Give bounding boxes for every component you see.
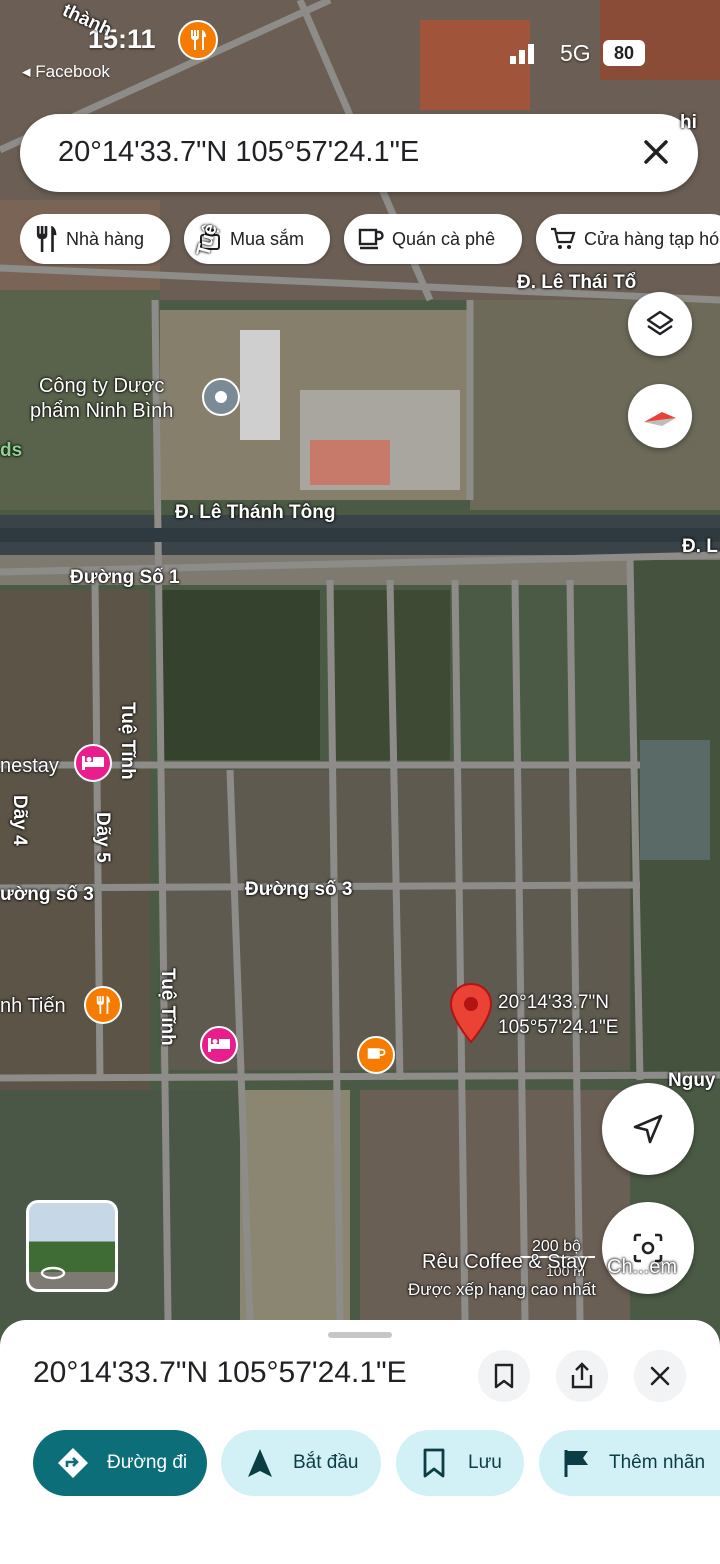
share-button[interactable] xyxy=(556,1350,608,1402)
chip-label: Quán cà phê xyxy=(392,228,496,249)
poi-company-label[interactable]: Công ty Dược phẩm Ninh Bình xyxy=(30,374,173,424)
compass-button[interactable] xyxy=(628,384,692,448)
street-label: Đ. L xyxy=(682,536,718,557)
street-view-thumbnail[interactable] xyxy=(26,1200,118,1292)
status-bar: 15:11 ◂ Facebook 5G 80 xyxy=(0,0,720,90)
save-icon-button[interactable] xyxy=(478,1350,530,1402)
lens-button-label: Ch...em xyxy=(607,1256,678,1278)
directions-icon xyxy=(58,1448,88,1478)
street-label: Dãy 5 xyxy=(92,812,113,863)
close-icon xyxy=(650,1366,670,1386)
layers-icon xyxy=(646,310,674,336)
start-button[interactable]: Bắt đầu xyxy=(221,1430,381,1496)
search-query[interactable]: 20°14'33.7"N 105°57'24.1"E xyxy=(58,136,419,169)
network-type: 5G xyxy=(560,40,591,66)
action-label: Bắt đầu xyxy=(293,1452,359,1473)
chip-cafe[interactable]: Quán cà phê xyxy=(344,214,522,264)
chip-label: Mua sắm xyxy=(230,228,305,249)
restaurant-pin-icon[interactable] xyxy=(84,986,122,1024)
navigation-icon xyxy=(633,1114,663,1144)
poi-cafe-sublabel: Được xếp hạng cao nhất xyxy=(408,1280,596,1299)
battery-level: 80 xyxy=(603,40,645,66)
chip-label: Cửa hàng tạp hóa xyxy=(584,228,720,249)
chip-restaurants[interactable]: Nhà hàng xyxy=(20,214,170,264)
bookmark-icon xyxy=(494,1363,514,1389)
layers-button[interactable] xyxy=(628,292,692,356)
signal-icon xyxy=(510,44,534,64)
coffee-icon xyxy=(358,228,384,250)
close-sheet-button[interactable] xyxy=(634,1350,686,1402)
action-label: Thêm nhãn xyxy=(609,1452,706,1473)
action-label: Đường đi xyxy=(107,1452,188,1473)
lens-button[interactable] xyxy=(602,1202,694,1294)
chip-grocery[interactable]: Cửa hàng tạp hóa xyxy=(536,214,720,264)
poi-homestay-label[interactable]: nestay xyxy=(0,754,59,779)
cart-icon xyxy=(551,227,576,249)
street-label: Nguy xyxy=(668,1070,716,1091)
restaurant-icon xyxy=(36,226,57,252)
status-restaurant-icon xyxy=(178,20,218,60)
dropped-pin-icon[interactable] xyxy=(448,982,494,1044)
my-location-button[interactable] xyxy=(602,1083,694,1175)
poi-cafe-label[interactable]: Rêu Coffee & Stay xyxy=(422,1250,587,1275)
street-label: hi xyxy=(680,112,697,133)
place-pin-icon[interactable] xyxy=(202,378,240,416)
lodging-icon[interactable] xyxy=(200,1026,238,1064)
navigation-arrow-icon xyxy=(248,1449,272,1477)
street-label: Đường Số 1 xyxy=(70,567,180,588)
street-label: Tuệ Tĩnh xyxy=(157,968,178,1046)
directions-button[interactable]: Đường đi xyxy=(33,1430,207,1496)
lodging-icon[interactable] xyxy=(74,744,112,782)
bookmark-icon xyxy=(423,1448,445,1478)
compass-icon xyxy=(644,412,676,426)
category-chips: Nhà hàng Mua sắm Quán cà phê Cửa hàng tạ… xyxy=(20,214,720,266)
street-label: Dãy 4 xyxy=(9,795,30,846)
pin-coordinates-label: 20°14'33.7"N 105°57'24.1"E xyxy=(498,992,619,1038)
clear-search-icon[interactable] xyxy=(638,134,674,170)
flag-icon xyxy=(564,1450,588,1477)
poi-restaurant-label[interactable]: nh Tiến xyxy=(0,994,66,1019)
street-label: Đ. Lê Thánh Tông xyxy=(175,502,336,523)
chip-label: Nhà hàng xyxy=(66,228,145,249)
cafe-pin-icon[interactable] xyxy=(357,1036,395,1074)
street-label: ường số 3 xyxy=(0,884,94,905)
sheet-drag-handle[interactable] xyxy=(328,1332,392,1338)
add-label-button[interactable]: Thêm nhãn xyxy=(539,1430,720,1496)
share-icon xyxy=(571,1362,593,1389)
street-label: Đường số 3 xyxy=(245,879,353,900)
street-view-rotate-icon xyxy=(40,1266,66,1280)
street-label: Tuệ Tĩnh xyxy=(117,702,138,780)
street-label: Đ. Lê Thái Tổ xyxy=(517,272,637,293)
place-title: 20°14'33.7"N 105°57'24.1"E xyxy=(33,1356,407,1389)
save-button[interactable]: Lưu xyxy=(396,1430,524,1496)
map-edge-label: ds xyxy=(0,440,23,461)
action-label: Lưu xyxy=(468,1452,502,1473)
search-bar[interactable]: 20°14'33.7"N 105°57'24.1"E xyxy=(20,114,698,192)
back-to-app-link[interactable]: ◂ Facebook xyxy=(22,62,110,82)
